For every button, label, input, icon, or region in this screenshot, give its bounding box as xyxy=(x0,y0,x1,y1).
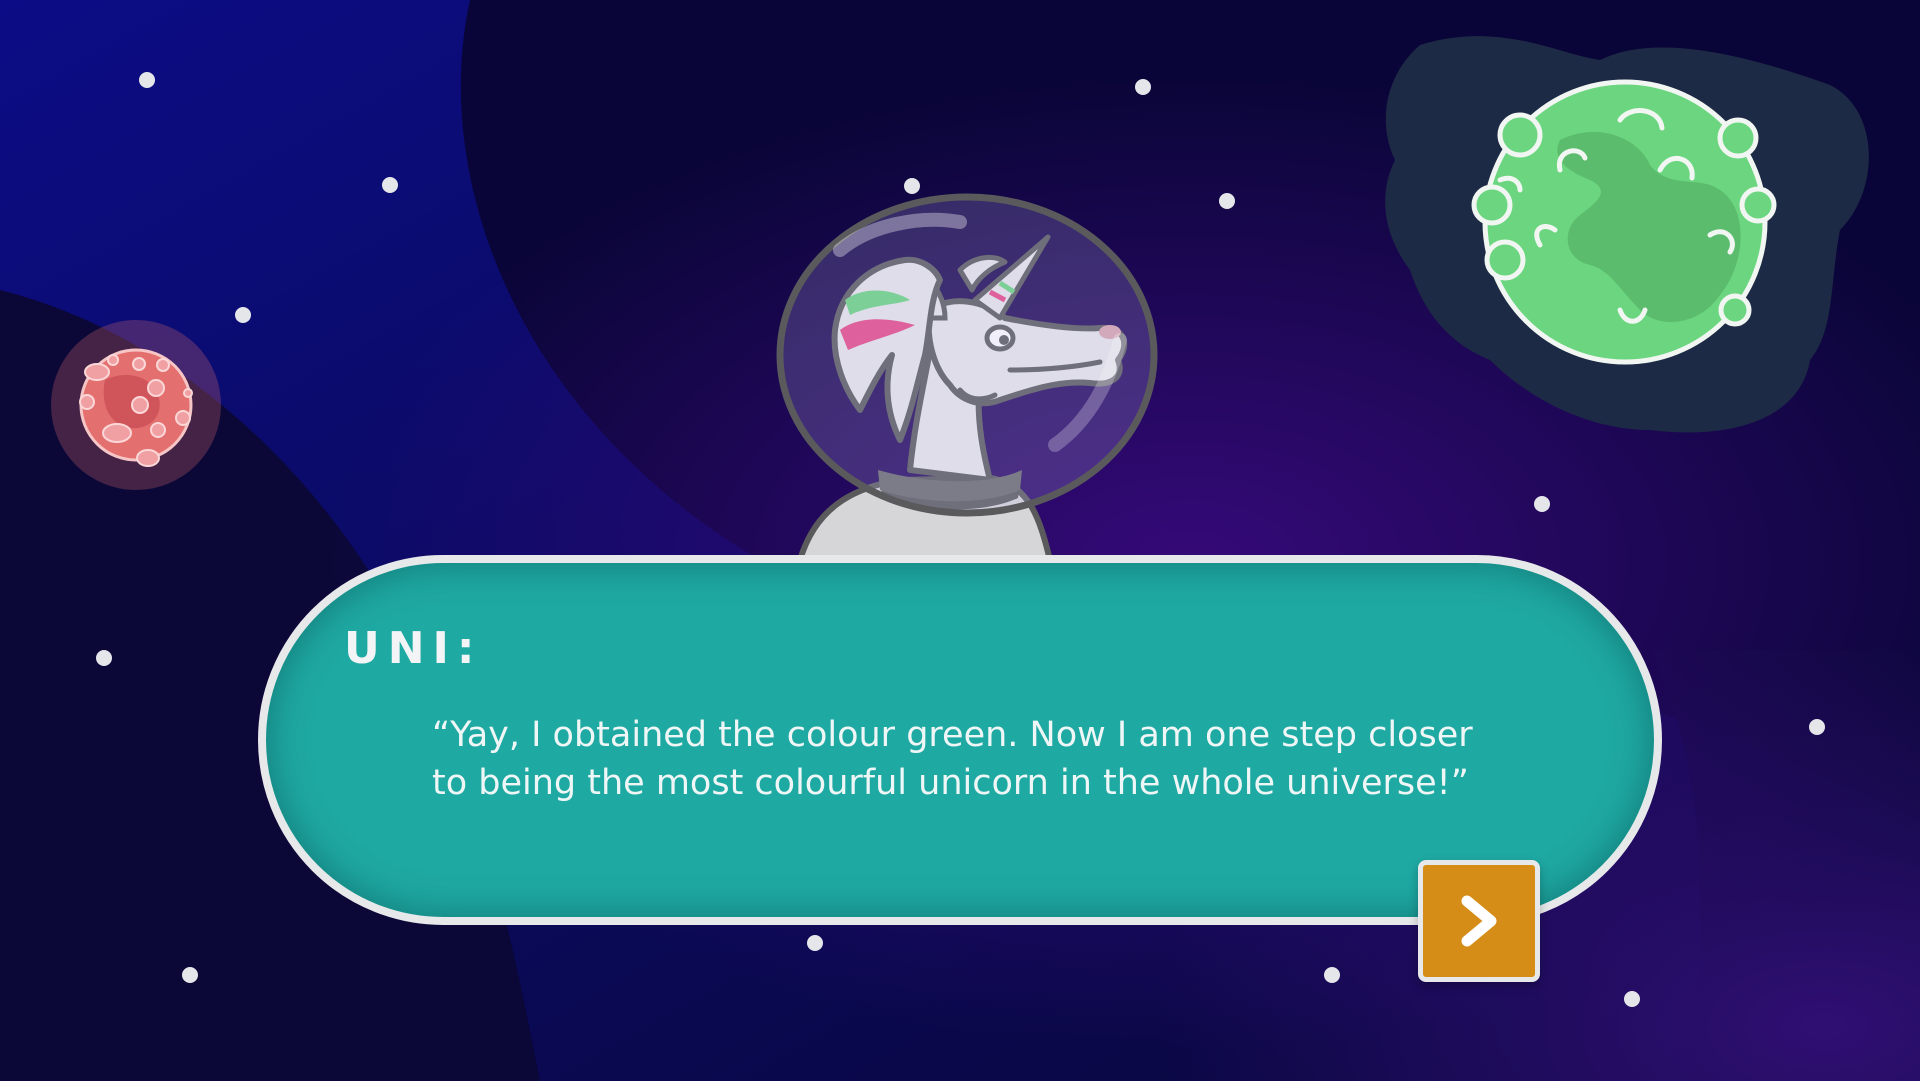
star xyxy=(1219,193,1235,209)
dialog-text-line-2: to being the most colourful unicorn in t… xyxy=(432,763,1469,803)
star xyxy=(382,177,398,193)
star xyxy=(96,650,112,666)
star xyxy=(139,72,155,88)
star xyxy=(1534,496,1550,512)
chevron-right-icon xyxy=(1461,895,1497,947)
star xyxy=(807,935,823,951)
star xyxy=(904,178,920,194)
star xyxy=(182,967,198,983)
dialog-text-line-1: “Yay, I obtained the colour green. Now I… xyxy=(432,715,1473,755)
star xyxy=(1624,991,1640,1007)
dialog-text: “Yay, I obtained the colour green. Now I… xyxy=(432,711,1552,807)
star xyxy=(1809,719,1825,735)
next-button[interactable] xyxy=(1418,860,1540,982)
red-planet xyxy=(51,320,221,490)
star xyxy=(1324,967,1340,983)
speaker-name: UNI: xyxy=(344,623,483,674)
star xyxy=(235,307,251,323)
star xyxy=(1135,79,1151,95)
game-scene: UNI: “Yay, I obtained the colour green. … xyxy=(0,0,1920,1081)
